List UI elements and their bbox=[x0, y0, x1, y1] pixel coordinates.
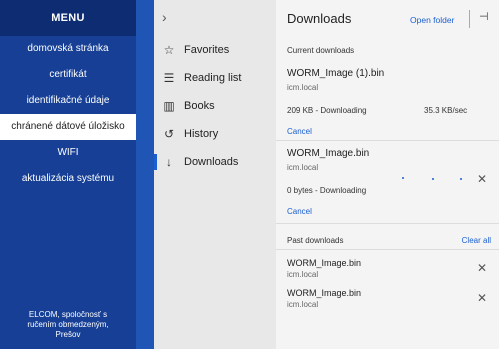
star-icon: ☆ bbox=[163, 43, 175, 57]
divider bbox=[276, 249, 499, 250]
download-status: 0 bytes - Downloading bbox=[287, 186, 367, 195]
cancel-download-link[interactable]: Cancel bbox=[287, 207, 312, 216]
past-download-filename[interactable]: WORM_Image.bin bbox=[287, 288, 361, 298]
menu-item-wifi[interactable]: WIFI bbox=[0, 140, 136, 166]
hub-item-favorites[interactable]: ☆ Favorites bbox=[154, 36, 276, 64]
divider bbox=[276, 223, 499, 224]
divider bbox=[276, 140, 499, 141]
clear-all-link[interactable]: Clear all bbox=[462, 236, 491, 245]
hub-item-downloads[interactable]: ↓ Downloads bbox=[154, 148, 276, 176]
download-filename[interactable]: WORM_Image (1).bin bbox=[287, 68, 384, 79]
panel-header: Downloads Open folder ⊣ bbox=[276, 0, 499, 36]
menu-item-certificate[interactable]: certifikát bbox=[0, 62, 136, 88]
download-host: icm.local bbox=[287, 163, 319, 172]
device-menu: MENU domovská stránka certifikát identif… bbox=[0, 0, 136, 349]
toolbar-strip bbox=[136, 0, 154, 349]
progress-dot bbox=[432, 178, 434, 180]
hub-item-label: Books bbox=[184, 100, 215, 112]
past-download-filename[interactable]: WORM_Image.bin bbox=[287, 258, 361, 268]
hub-item-label: Downloads bbox=[184, 156, 239, 168]
reading-list-icon: ☰ bbox=[163, 71, 175, 85]
download-status: 209 KB - Downloading bbox=[287, 106, 367, 115]
hub-item-books[interactable]: ▥ Books bbox=[154, 92, 276, 120]
cancel-download-link[interactable]: Cancel bbox=[287, 127, 312, 136]
menu-item-system-update[interactable]: aktualizácia systému bbox=[0, 166, 136, 192]
books-icon: ▥ bbox=[163, 99, 175, 113]
hub-item-label: Favorites bbox=[184, 44, 230, 56]
download-icon: ↓ bbox=[166, 155, 172, 169]
download-host: icm.local bbox=[287, 83, 319, 92]
download-filename[interactable]: WORM_Image.bin bbox=[287, 148, 369, 159]
hub-nav: › ☆ Favorites ☰ Reading list ▥ Books ↺ H… bbox=[154, 0, 276, 349]
collapse-chevron-icon[interactable]: › bbox=[154, 0, 276, 36]
header-divider bbox=[469, 10, 470, 28]
current-downloads-label: Current downloads bbox=[287, 46, 355, 55]
hub-item-reading-list[interactable]: ☰ Reading list bbox=[154, 64, 276, 92]
download-speed: 35.3 KB/sec bbox=[424, 106, 468, 115]
downloads-panel: Downloads Open folder ⊣ Current download… bbox=[276, 0, 499, 349]
menu-title: MENU bbox=[0, 0, 136, 36]
footer-line-2: ručením obmedzeným, bbox=[27, 320, 109, 329]
menu-item-identification[interactable]: identifikačné údaje bbox=[0, 88, 136, 114]
open-folder-link[interactable]: Open folder bbox=[410, 15, 454, 25]
past-download-host: icm.local bbox=[287, 270, 319, 279]
footer-line-1: ELCOM, spoločnosť s bbox=[28, 310, 108, 319]
hub-item-label: History bbox=[184, 128, 219, 140]
app-window: MENU domovská stránka certifikát identif… bbox=[0, 0, 499, 349]
close-icon[interactable]: ✕ bbox=[477, 262, 487, 274]
progress-dot bbox=[402, 177, 404, 179]
footer-line-3: Prešov bbox=[55, 330, 81, 339]
pin-icon[interactable]: ⊣ bbox=[479, 10, 489, 23]
panel-title: Downloads bbox=[287, 11, 352, 26]
hub-item-label: Reading list bbox=[184, 72, 242, 84]
progress-dot bbox=[460, 178, 462, 180]
close-icon[interactable]: ✕ bbox=[477, 292, 487, 304]
menu-item-protected-storage[interactable]: chránené dátové úložisko bbox=[0, 114, 136, 140]
history-icon: ↺ bbox=[163, 127, 175, 141]
company-footer: ELCOM, spoločnosť s ručením obmedzeným, … bbox=[4, 310, 132, 340]
hub-item-history[interactable]: ↺ History bbox=[154, 120, 276, 148]
menu-item-home[interactable]: domovská stránka bbox=[0, 36, 136, 62]
past-downloads-label: Past downloads bbox=[287, 236, 344, 245]
close-icon[interactable]: ✕ bbox=[477, 173, 487, 185]
past-download-host: icm.local bbox=[287, 300, 319, 309]
